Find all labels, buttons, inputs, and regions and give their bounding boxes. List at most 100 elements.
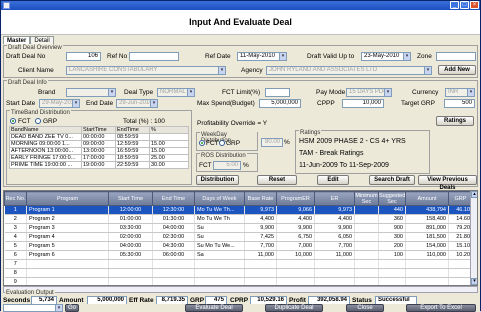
grid-cell: 900 xyxy=(378,223,406,233)
scroll-up-icon[interactable]: ▴ xyxy=(471,191,477,198)
weekday-value-field[interactable]: 80.00 xyxy=(261,138,283,147)
grid-cell: 4 xyxy=(4,232,27,242)
zone-field[interactable] xyxy=(436,52,476,61)
grid-cell xyxy=(378,277,406,285)
add-new-button[interactable]: Add New xyxy=(438,65,476,75)
ros-value-field[interactable]: 5.00 xyxy=(213,161,241,170)
draft-deal-no-field[interactable]: 106 xyxy=(66,52,101,61)
chevron-down-icon[interactable]: ▾ xyxy=(218,67,225,74)
programs-grid[interactable]: Rec No. Program Start Time End Time Days… xyxy=(3,190,478,286)
col-end-time[interactable]: End Time xyxy=(152,191,195,206)
col-start-time[interactable]: Start Time xyxy=(108,191,153,206)
reset-button[interactable]: Reset xyxy=(257,175,297,185)
pay-mode-select[interactable]: 15 DAYS PDC ▾ xyxy=(346,88,392,97)
table-row[interactable]: 3 Program 3 03:30:00 04:00:00 Su 9,900 9,900 9,… xyxy=(4,223,473,233)
col-amount[interactable]: Amount xyxy=(405,191,449,206)
scroll-down-icon[interactable]: ▾ xyxy=(471,278,477,285)
grid-cell: 21.80 xyxy=(448,232,473,242)
chevron-down-icon[interactable]: ▾ xyxy=(384,89,391,96)
col-program[interactable]: Program xyxy=(26,191,109,206)
target-grp-label: Target GRP xyxy=(401,100,435,107)
col-minimum-sec[interactable]: Minimum Sec xyxy=(354,191,379,206)
timeband-total: Total (%) : 100 xyxy=(123,118,165,125)
ref-date-field[interactable]: 11-May-2010 ▾ xyxy=(237,52,287,61)
valid-up-to-field[interactable]: 23-May-2010 ▾ xyxy=(361,52,411,61)
target-grp-field[interactable]: 500 xyxy=(444,99,475,108)
weekday-fct-radio[interactable] xyxy=(199,140,205,146)
table-row[interactable]: 6 Program 6 05:30:00 06:00:00 Sa 11,000 10,000… xyxy=(4,250,473,260)
table-row[interactable]: DEAD BAND ZEE TV 0... 00:00:00 08:59:59 xyxy=(9,133,189,141)
grid-cell: 100 xyxy=(378,250,406,260)
ratings-button[interactable]: Ratings xyxy=(436,116,474,126)
cppp-field[interactable]: 10,000 xyxy=(342,99,384,108)
col-endtime: EndTime xyxy=(115,126,150,134)
chevron-down-icon[interactable]: ▾ xyxy=(403,53,410,60)
deal-info-group: Draft Deal Info Brand ▾ Deal Type NORMAL… xyxy=(3,80,478,191)
grid-horizontal-scrollbar[interactable] xyxy=(3,286,478,293)
start-date-field[interactable]: 29-May-2010 ▾ xyxy=(39,99,80,108)
distribution-button[interactable]: Distribution xyxy=(196,175,239,185)
search-draft-button[interactable]: Search Draft xyxy=(369,175,415,185)
col-base-rate[interactable]: Base Rate xyxy=(244,191,277,206)
chevron-down-icon[interactable]: ▾ xyxy=(72,100,79,107)
table-row[interactable]: 5 Program 5 04:00:00 04:30:00 Su Mo Tu We...… xyxy=(4,241,473,251)
draft-deal-no-label: Draft Deal No xyxy=(6,53,46,60)
col-er[interactable]: ER xyxy=(314,191,355,206)
grid-cell xyxy=(194,259,245,269)
chevron-down-icon[interactable]: ▾ xyxy=(279,53,286,60)
brand-select[interactable]: ▾ xyxy=(66,88,116,97)
chevron-down-icon[interactable]: ▾ xyxy=(108,89,115,96)
max-spend-field[interactable]: 5,000,000 xyxy=(259,99,301,108)
view-previous-deals-button[interactable]: View Previous Deals xyxy=(418,175,477,191)
table-row[interactable]: 2 Program 2 01:00:00 01:30:00 Mo Tu We Th 4,4… xyxy=(4,214,473,224)
tab-master[interactable]: Master xyxy=(3,36,31,44)
col-suggested-sec[interactable]: Suggested Sec xyxy=(378,191,406,206)
col-rec-no[interactable]: Rec No. xyxy=(4,191,27,206)
table-row[interactable]: PRIME TIME 19:00:00 ... 19:00:00 22:59:59 3… xyxy=(9,161,189,169)
grid-cell xyxy=(405,259,449,269)
close-window-button[interactable]: × xyxy=(470,1,479,9)
table-row[interactable]: AFTERNOON 13:00:00... 13:00:00 16:59:59 15.… xyxy=(9,147,189,155)
timeband-grp-radio[interactable] xyxy=(35,118,41,124)
fct-limit-field[interactable] xyxy=(265,88,290,97)
ref-no-field[interactable] xyxy=(129,52,179,61)
agency-select[interactable]: JOHN RYLAND AND ASSOCIATES LTD ▾ xyxy=(266,66,432,75)
col-days-of-week[interactable]: Days of Week xyxy=(194,191,245,206)
timeband-table[interactable]: BandName StartTime EndTime % DEAD BAND Z… xyxy=(9,126,189,169)
chevron-down-icon[interactable]: ▾ xyxy=(467,89,474,96)
col-grp[interactable]: GRP xyxy=(448,191,473,206)
grid-cell: 11,000 xyxy=(314,250,355,260)
deal-type-select[interactable]: NORMAL ▾ xyxy=(157,88,195,97)
weekday-grp-radio[interactable] xyxy=(219,140,225,146)
table-row[interactable]: MORNING 09:00:00 1... 09:00:00 12:59:59 15.… xyxy=(9,140,189,148)
minimize-button[interactable]: _ xyxy=(450,1,459,9)
weekday-pct: % xyxy=(284,139,290,146)
tab-detail[interactable]: Detail xyxy=(30,36,54,44)
table-row[interactable]: 9 xyxy=(4,277,473,285)
grid-cell: 14.60 xyxy=(448,214,473,224)
grid-vertical-scrollbar[interactable]: ▴ ▾ xyxy=(470,191,477,285)
grid-cell: 7,700 xyxy=(314,241,355,251)
timeband-fct-radio[interactable] xyxy=(10,118,16,124)
table-row[interactable]: 1 Program 1 12:00:00 12:30:00 Mo Tu We Th...… xyxy=(4,205,473,215)
maximize-button[interactable]: □ xyxy=(460,1,469,9)
table-row[interactable]: 7 xyxy=(4,259,473,269)
edit-button[interactable]: Edit xyxy=(317,175,349,185)
client-name-select[interactable]: LANCASHIRE CONSTABULARY ▾ xyxy=(66,66,226,75)
end-date-field[interactable]: 29-Jun-2010 ▾ xyxy=(116,99,158,108)
form-title: Input And Evaluate Deal xyxy=(1,10,480,35)
grid-cell: 01:30:00 xyxy=(152,214,195,224)
grid-cell: 440 xyxy=(378,205,406,215)
col-program-er[interactable]: ProgramER xyxy=(276,191,315,206)
table-row[interactable]: 4 Program 4 02:00:00 02:30:00 Su 7,425 6,750 6,… xyxy=(4,232,473,242)
deal-type-value: NORMAL xyxy=(160,89,186,95)
currency-select[interactable]: INR ▾ xyxy=(445,88,475,97)
table-row[interactable]: EARLY FRINGE 17:00:0... 17:00:00 18:59:59 2… xyxy=(9,154,189,162)
chevron-down-icon[interactable]: ▾ xyxy=(187,89,194,96)
cell: 25.00 xyxy=(149,154,189,162)
table-row[interactable]: 8 xyxy=(4,268,473,278)
chevron-down-icon[interactable]: ▾ xyxy=(150,100,157,107)
grid-cell: 9,066 xyxy=(276,205,315,215)
chevron-down-icon[interactable]: ▾ xyxy=(424,67,431,74)
grid-cell xyxy=(405,277,449,285)
